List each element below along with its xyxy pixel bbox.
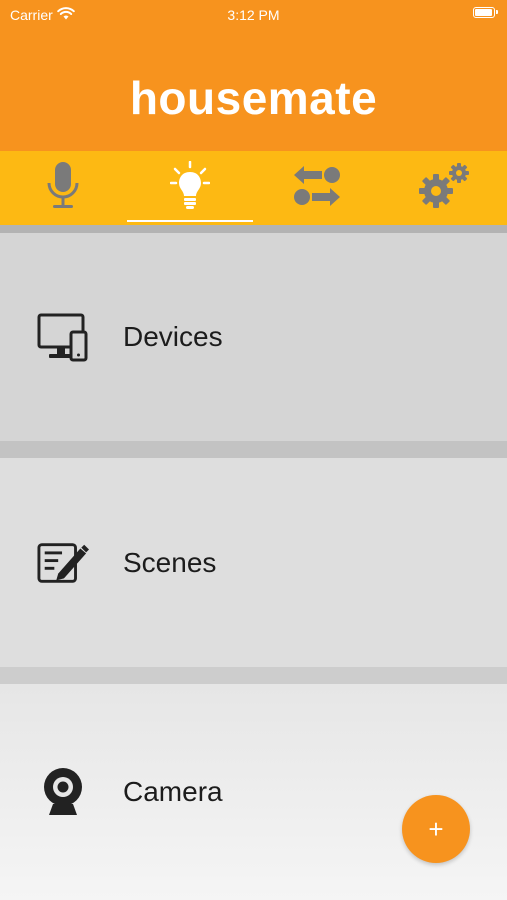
menu-item-scenes[interactable]: Scenes (0, 458, 507, 667)
app-logo: housemate (129, 72, 378, 124)
divider (0, 667, 507, 684)
status-bar: Carrier 3:12 PM (0, 0, 507, 30)
swap-arrows-icon (292, 164, 342, 213)
add-button[interactable]: + (402, 795, 470, 863)
tab-automation[interactable] (254, 151, 380, 225)
menu-item-label: Scenes (123, 546, 217, 578)
menu-item-devices[interactable]: Devices (0, 233, 507, 441)
tab-bar (0, 151, 507, 225)
divider (0, 441, 507, 458)
app-header: Carrier 3:12 PM housemate (0, 0, 507, 151)
tab-control[interactable] (127, 151, 253, 225)
battery-icon (473, 7, 498, 18)
devices-icon (37, 311, 89, 363)
menu-item-camera[interactable]: Camera (0, 684, 507, 900)
tab-bar-divider (0, 225, 507, 233)
menu-item-label: Camera (123, 776, 223, 807)
camera-icon (37, 766, 89, 818)
tab-voice[interactable] (0, 151, 126, 225)
scenes-icon (37, 537, 89, 589)
status-time: 3:12 PM (227, 7, 280, 23)
gears-icon (418, 162, 470, 214)
tab-settings[interactable] (381, 151, 507, 225)
menu-item-label: Devices (123, 321, 223, 352)
microphone-icon (46, 161, 80, 216)
lightbulb-icon (169, 160, 211, 216)
